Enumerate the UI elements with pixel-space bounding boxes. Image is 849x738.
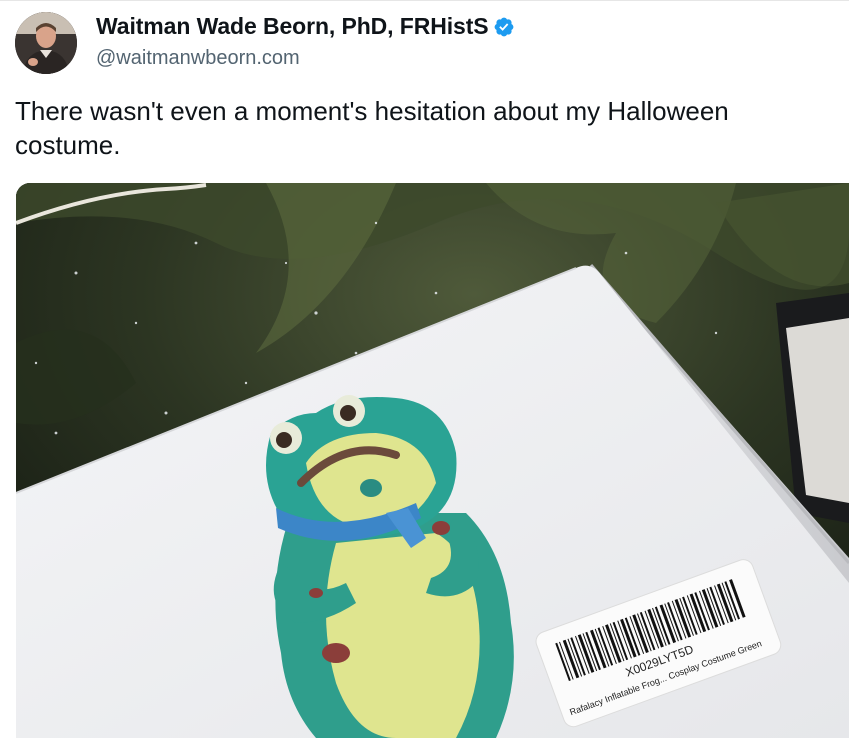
top-divider xyxy=(0,0,849,1)
author-name-row: Waitman Wade Beorn, PhD, FRHistS xyxy=(96,13,515,40)
avatar[interactable] xyxy=(15,12,77,74)
tweet-text: There wasn't even a moment's hesitation … xyxy=(15,96,729,160)
media-photo: X0029LYT5D Rafalacy Inflatable Frog... C… xyxy=(16,183,849,738)
avatar-image xyxy=(15,12,77,74)
author-handle[interactable]: @waitmanwbeorn.com xyxy=(96,47,300,70)
author-display-name[interactable]: Waitman Wade Beorn, PhD, FRHistS xyxy=(96,13,489,40)
verified-badge-icon xyxy=(494,17,513,36)
tweet-media[interactable]: X0029LYT5D Rafalacy Inflatable Frog... C… xyxy=(16,183,849,738)
